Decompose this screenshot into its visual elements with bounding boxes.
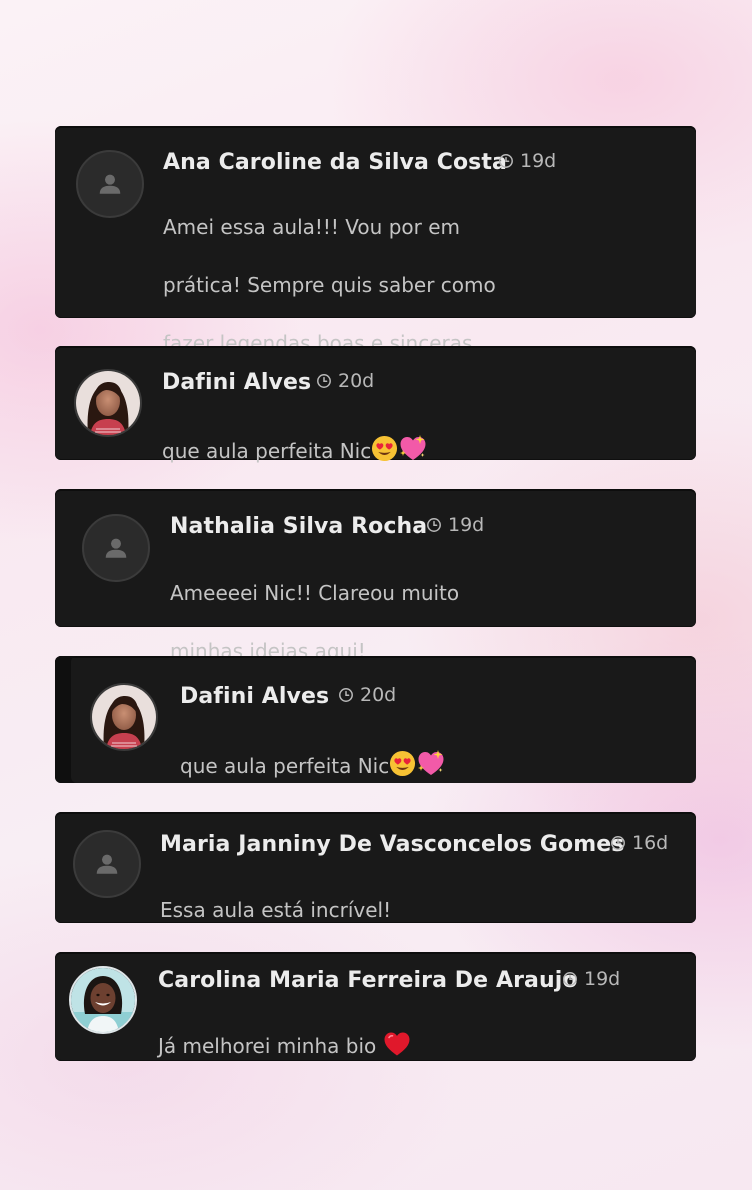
comment-card: Nathalia Silva Rocha 19d Ameeeei Nic!! C… (55, 489, 696, 663)
comment-text-content: que aula perfeita Nic (180, 754, 390, 778)
clock-icon (426, 517, 442, 533)
sparkling-heart-emoji-icon (416, 749, 446, 777)
comment-card: Ana Caroline da Silva Costa 19d Amei ess… (55, 126, 696, 318)
comment-text-line: Amei essa aula!!! Vou por em (163, 215, 460, 239)
avatar-photo (76, 371, 140, 435)
comment-text: Já melhorei minha bio (158, 1002, 411, 1061)
avatar[interactable] (69, 966, 137, 1034)
comment-time: 19d (498, 150, 556, 172)
sparkling-heart-emoji-icon (398, 434, 428, 462)
user-silhouette-icon (97, 171, 123, 197)
comment-text-content: Essa aula está incrível! (160, 898, 392, 922)
comment-text-line: prática! Sempre quis saber como (163, 273, 496, 297)
clock-icon (338, 687, 354, 703)
comment-text: que aula perfeita Nic (180, 720, 446, 781)
comment-text-content: Já melhorei minha bio (158, 1034, 377, 1058)
comment-author[interactable]: Dafini Alves (162, 370, 311, 395)
comment-time-label: 16d (632, 832, 669, 854)
comment-time: 16d (610, 832, 668, 854)
user-silhouette-icon (103, 535, 129, 561)
comment-card: Maria Janniny De Vasconcelos Gomes 16d E… (55, 812, 696, 923)
red-heart-emoji-icon (383, 1031, 411, 1057)
comment-time-label: 19d (584, 968, 621, 990)
comment-card: Carolina Maria Ferreira De Araujo 19d Já… (55, 952, 696, 1061)
comment-author[interactable]: Dafini Alves (180, 684, 329, 709)
comment-author[interactable]: Nathalia Silva Rocha (170, 514, 427, 539)
comment-time-label: 20d (360, 684, 397, 706)
clock-icon (610, 835, 626, 851)
avatar[interactable] (74, 369, 142, 437)
comment-time-label: 19d (448, 514, 485, 536)
comment-card: Dafini Alves 20d que aula perfeita Nic (55, 346, 696, 463)
clock-icon (562, 971, 578, 987)
comment-text-line: Ameeeei Nic!! Clareou muito (170, 581, 460, 605)
clock-icon (498, 153, 514, 169)
avatar[interactable] (90, 683, 158, 751)
heart-eyes-emoji-icon (389, 750, 416, 777)
comment-card: Dafini Alves 20d que aula perfeita Nic (55, 656, 696, 783)
heart-eyes-emoji-icon (371, 435, 398, 462)
comment-text-content: que aula perfeita Nic (162, 439, 372, 463)
avatar-photo (71, 968, 135, 1032)
comment-time-label: 19d (520, 150, 557, 172)
avatar[interactable] (82, 514, 150, 582)
comment-author[interactable]: Carolina Maria Ferreira De Araujo (158, 968, 578, 993)
clock-icon (316, 373, 332, 389)
comment-author[interactable]: Ana Caroline da Silva Costa (163, 150, 507, 175)
user-silhouette-icon (94, 851, 120, 877)
avatar-photo (92, 685, 156, 749)
comment-time: 20d (316, 370, 374, 392)
comment-text: Essa aula está incrível! (160, 867, 391, 925)
comment-time: 19d (562, 968, 620, 990)
avatar[interactable] (73, 830, 141, 898)
comment-time: 20d (338, 684, 396, 706)
avatar[interactable] (76, 150, 144, 218)
comment-time: 19d (426, 514, 484, 536)
comment-text: que aula perfeita Nic (162, 405, 428, 466)
comment-author[interactable]: Maria Janniny De Vasconcelos Gomes (160, 832, 625, 857)
comment-time-label: 20d (338, 370, 375, 392)
